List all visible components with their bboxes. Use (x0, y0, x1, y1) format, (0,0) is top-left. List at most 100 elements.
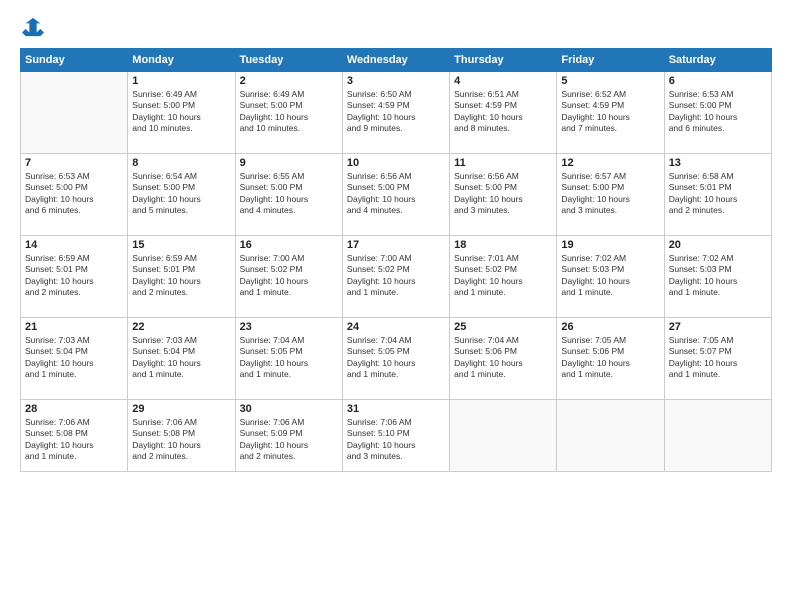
day-info: Sunrise: 6:57 AM Sunset: 5:00 PM Dayligh… (561, 171, 659, 217)
day-number: 9 (240, 157, 338, 169)
calendar-cell: 6 Sunrise: 6:53 AM Sunset: 5:00 PM Daylig… (664, 72, 771, 154)
day-number: 26 (561, 321, 659, 333)
calendar-cell: 4 Sunrise: 6:51 AM Sunset: 4:59 PM Daylig… (450, 72, 557, 154)
day-number: 21 (25, 321, 123, 333)
day-number: 3 (347, 75, 445, 87)
calendar-cell: 10 Sunrise: 6:56 AM Sunset: 5:00 PM Dayli… (342, 154, 449, 236)
calendar-cell: 16 Sunrise: 7:00 AM Sunset: 5:02 PM Dayli… (235, 236, 342, 318)
day-number: 13 (669, 157, 767, 169)
calendar-cell: 8 Sunrise: 6:54 AM Sunset: 5:00 PM Daylig… (128, 154, 235, 236)
weekday-thursday: Thursday (450, 49, 557, 72)
day-info: Sunrise: 6:53 AM Sunset: 5:00 PM Dayligh… (25, 171, 123, 217)
day-info: Sunrise: 6:59 AM Sunset: 5:01 PM Dayligh… (132, 253, 230, 299)
calendar-cell: 13 Sunrise: 6:58 AM Sunset: 5:01 PM Dayli… (664, 154, 771, 236)
calendar-cell (557, 400, 664, 472)
calendar-cell: 20Sunrise: 7:02 AM Sunset: 5:03 PM Dayli… (664, 236, 771, 318)
header (20, 16, 772, 36)
weekday-wednesday: Wednesday (342, 49, 449, 72)
calendar-cell: 17 Sunrise: 7:00 AM Sunset: 5:02 PM Dayli… (342, 236, 449, 318)
day-info: Sunrise: 7:06 AM Sunset: 5:09 PM Dayligh… (240, 417, 338, 463)
calendar-cell: 23Sunrise: 7:04 AM Sunset: 5:05 PM Dayli… (235, 318, 342, 400)
calendar-cell: 1 Sunrise: 6:49 AM Sunset: 5:00 PM Daylig… (128, 72, 235, 154)
day-info: Sunrise: 7:03 AM Sunset: 5:04 PM Dayligh… (132, 335, 230, 381)
calendar-cell: 28 Sunrise: 7:06 AM Sunset: 5:08 PM Dayli… (21, 400, 128, 472)
day-info: Sunrise: 7:03 AM Sunset: 5:04 PM Dayligh… (25, 335, 123, 381)
day-info: Sunrise: 6:59 AM Sunset: 5:01 PM Dayligh… (25, 253, 123, 299)
day-number: 29 (132, 403, 230, 415)
calendar-cell: 11 Sunrise: 6:56 AM Sunset: 5:00 PM Dayli… (450, 154, 557, 236)
day-number: 16 (240, 239, 338, 251)
day-info: Sunrise: 7:06 AM Sunset: 5:08 PM Dayligh… (25, 417, 123, 463)
weekday-tuesday: Tuesday (235, 49, 342, 72)
calendar-cell: 3 Sunrise: 6:50 AM Sunset: 4:59 PM Daylig… (342, 72, 449, 154)
day-info: Sunrise: 6:53 AM Sunset: 5:00 PM Dayligh… (669, 89, 767, 135)
calendar-cell: 12 Sunrise: 6:57 AM Sunset: 5:00 PM Dayli… (557, 154, 664, 236)
calendar-week-5: 28 Sunrise: 7:06 AM Sunset: 5:08 PM Dayli… (21, 400, 772, 472)
day-number: 17 (347, 239, 445, 251)
day-number: 25 (454, 321, 552, 333)
page: SundayMondayTuesdayWednesdayThursdayFrid… (0, 0, 792, 612)
calendar-cell: 30Sunrise: 7:06 AM Sunset: 5:09 PM Dayli… (235, 400, 342, 472)
day-info: Sunrise: 7:05 AM Sunset: 5:07 PM Dayligh… (669, 335, 767, 381)
day-number: 14 (25, 239, 123, 251)
calendar-cell: 26 Sunrise: 7:05 AM Sunset: 5:06 PM Dayli… (557, 318, 664, 400)
calendar-cell: 14 Sunrise: 6:59 AM Sunset: 5:01 PM Dayli… (21, 236, 128, 318)
day-number: 6 (669, 75, 767, 87)
calendar-cell (450, 400, 557, 472)
day-info: Sunrise: 7:02 AM Sunset: 5:03 PM Dayligh… (561, 253, 659, 299)
day-number: 1 (132, 75, 230, 87)
day-info: Sunrise: 6:50 AM Sunset: 4:59 PM Dayligh… (347, 89, 445, 135)
day-info: Sunrise: 6:52 AM Sunset: 4:59 PM Dayligh… (561, 89, 659, 135)
day-number: 8 (132, 157, 230, 169)
calendar-week-4: 21 Sunrise: 7:03 AM Sunset: 5:04 PM Dayli… (21, 318, 772, 400)
day-info: Sunrise: 6:58 AM Sunset: 5:01 PM Dayligh… (669, 171, 767, 217)
day-number: 22 (132, 321, 230, 333)
weekday-sunday: Sunday (21, 49, 128, 72)
day-info: Sunrise: 6:56 AM Sunset: 5:00 PM Dayligh… (347, 171, 445, 217)
weekday-header-row: SundayMondayTuesdayWednesdayThursdayFrid… (21, 49, 772, 72)
day-info: Sunrise: 6:51 AM Sunset: 4:59 PM Dayligh… (454, 89, 552, 135)
day-number: 19 (561, 239, 659, 251)
calendar-week-3: 14 Sunrise: 6:59 AM Sunset: 5:01 PM Dayli… (21, 236, 772, 318)
day-info: Sunrise: 7:06 AM Sunset: 5:10 PM Dayligh… (347, 417, 445, 463)
day-number: 28 (25, 403, 123, 415)
logo-icon (22, 16, 44, 38)
calendar-cell: 29 Sunrise: 7:06 AM Sunset: 5:08 PM Dayli… (128, 400, 235, 472)
day-number: 10 (347, 157, 445, 169)
day-info: Sunrise: 6:49 AM Sunset: 5:00 PM Dayligh… (240, 89, 338, 135)
day-number: 5 (561, 75, 659, 87)
day-info: Sunrise: 7:04 AM Sunset: 5:06 PM Dayligh… (454, 335, 552, 381)
day-info: Sunrise: 6:49 AM Sunset: 5:00 PM Dayligh… (132, 89, 230, 135)
day-info: Sunrise: 7:05 AM Sunset: 5:06 PM Dayligh… (561, 335, 659, 381)
day-info: Sunrise: 7:06 AM Sunset: 5:08 PM Dayligh… (132, 417, 230, 463)
logo (20, 16, 44, 36)
calendar-cell: 27Sunrise: 7:05 AM Sunset: 5:07 PM Dayli… (664, 318, 771, 400)
calendar-cell: 19 Sunrise: 7:02 AM Sunset: 5:03 PM Dayli… (557, 236, 664, 318)
day-info: Sunrise: 6:56 AM Sunset: 5:00 PM Dayligh… (454, 171, 552, 217)
day-number: 20 (669, 239, 767, 251)
day-number: 15 (132, 239, 230, 251)
day-info: Sunrise: 7:00 AM Sunset: 5:02 PM Dayligh… (240, 253, 338, 299)
day-info: Sunrise: 7:04 AM Sunset: 5:05 PM Dayligh… (347, 335, 445, 381)
day-number: 24 (347, 321, 445, 333)
calendar-cell (664, 400, 771, 472)
calendar-cell: 2 Sunrise: 6:49 AM Sunset: 5:00 PM Daylig… (235, 72, 342, 154)
calendar-cell: 22 Sunrise: 7:03 AM Sunset: 5:04 PM Dayli… (128, 318, 235, 400)
calendar-cell: 24 Sunrise: 7:04 AM Sunset: 5:05 PM Dayli… (342, 318, 449, 400)
day-number: 11 (454, 157, 552, 169)
day-info: Sunrise: 7:00 AM Sunset: 5:02 PM Dayligh… (347, 253, 445, 299)
day-number: 23 (240, 321, 338, 333)
day-info: Sunrise: 6:54 AM Sunset: 5:00 PM Dayligh… (132, 171, 230, 217)
calendar-cell: 18Sunrise: 7:01 AM Sunset: 5:02 PM Dayli… (450, 236, 557, 318)
day-number: 12 (561, 157, 659, 169)
calendar-week-1: 1 Sunrise: 6:49 AM Sunset: 5:00 PM Daylig… (21, 72, 772, 154)
calendar-cell: 25 Sunrise: 7:04 AM Sunset: 5:06 PM Dayli… (450, 318, 557, 400)
weekday-friday: Friday (557, 49, 664, 72)
day-number: 2 (240, 75, 338, 87)
calendar-cell: 21 Sunrise: 7:03 AM Sunset: 5:04 PM Dayli… (21, 318, 128, 400)
calendar-cell: 15 Sunrise: 6:59 AM Sunset: 5:01 PM Dayli… (128, 236, 235, 318)
day-info: Sunrise: 7:01 AM Sunset: 5:02 PM Dayligh… (454, 253, 552, 299)
calendar-week-2: 7Sunrise: 6:53 AM Sunset: 5:00 PM Daylig… (21, 154, 772, 236)
calendar-table: SundayMondayTuesdayWednesdayThursdayFrid… (20, 48, 772, 472)
day-number: 4 (454, 75, 552, 87)
